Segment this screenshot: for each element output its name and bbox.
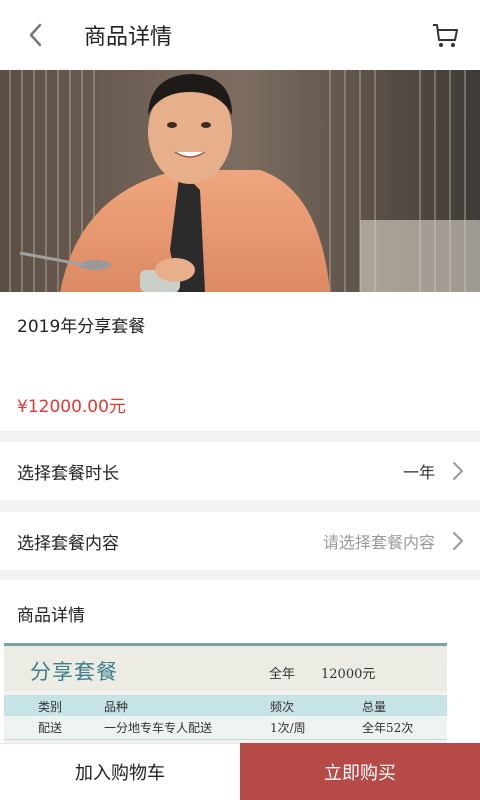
duration-label: 选择套餐时长 (17, 463, 119, 484)
duration-selector[interactable]: 选择套餐时长 一年 (0, 442, 480, 500)
package-table-header: 类别 品种 频次 总量 (4, 695, 447, 716)
product-image (0, 70, 480, 292)
package-card-header: 分享套餐 全年 12000元 (4, 646, 447, 691)
cart-icon (433, 24, 458, 47)
cart-button[interactable] (430, 20, 460, 50)
product-price: ¥12000.00元 (17, 397, 126, 417)
bottom-action-bar: 加入购物车 立即购买 (0, 743, 480, 800)
cell-category: 配送 (38, 721, 63, 735)
cell-frequency: 1次/周 (270, 721, 306, 735)
duration-value: 一年 (402, 463, 435, 482)
product-info: 2019年分享套餐 ¥12000.00元 (0, 292, 480, 431)
top-bar: 商品详情 (0, 0, 480, 70)
column-total: 总量 (362, 700, 387, 714)
chevron-left-icon (29, 23, 42, 47)
chevron-right-icon (453, 532, 463, 550)
buy-now-button[interactable]: 立即购买 (240, 743, 480, 800)
cell-variety: 一分地专车专人配送 (104, 721, 213, 735)
cell-total: 全年52次 (362, 721, 414, 735)
chevron-right-icon (453, 462, 463, 480)
package-card-image: 分享套餐 全年 12000元 类别 品种 频次 总量 配送 一分地专车专人配送 … (4, 643, 447, 744)
content-value: 请选择套餐内容 (322, 533, 435, 552)
product-name: 2019年分享套餐 (17, 317, 146, 337)
column-frequency: 频次 (270, 700, 295, 714)
detail-title: 商品详情 (17, 606, 85, 626)
add-to-cart-button[interactable]: 加入购物车 (0, 743, 240, 800)
column-category: 类别 (38, 700, 63, 714)
back-button[interactable] (0, 0, 70, 70)
page-title: 商品详情 (84, 25, 173, 50)
content-selector[interactable]: 选择套餐内容 请选择套餐内容 (0, 512, 480, 570)
column-variety: 品种 (104, 700, 129, 714)
package-table-row: 配送 一分地专车专人配送 1次/周 全年52次 (4, 716, 447, 740)
package-year-label: 全年 (269, 667, 296, 682)
content-label: 选择套餐内容 (17, 533, 119, 554)
package-name: 分享套餐 (30, 660, 118, 684)
package-price: 12000元 (321, 667, 376, 682)
product-detail-section: 商品详情 分享套餐 全年 12000元 类别 品种 频次 总量 配送 一分地专车… (0, 580, 480, 744)
